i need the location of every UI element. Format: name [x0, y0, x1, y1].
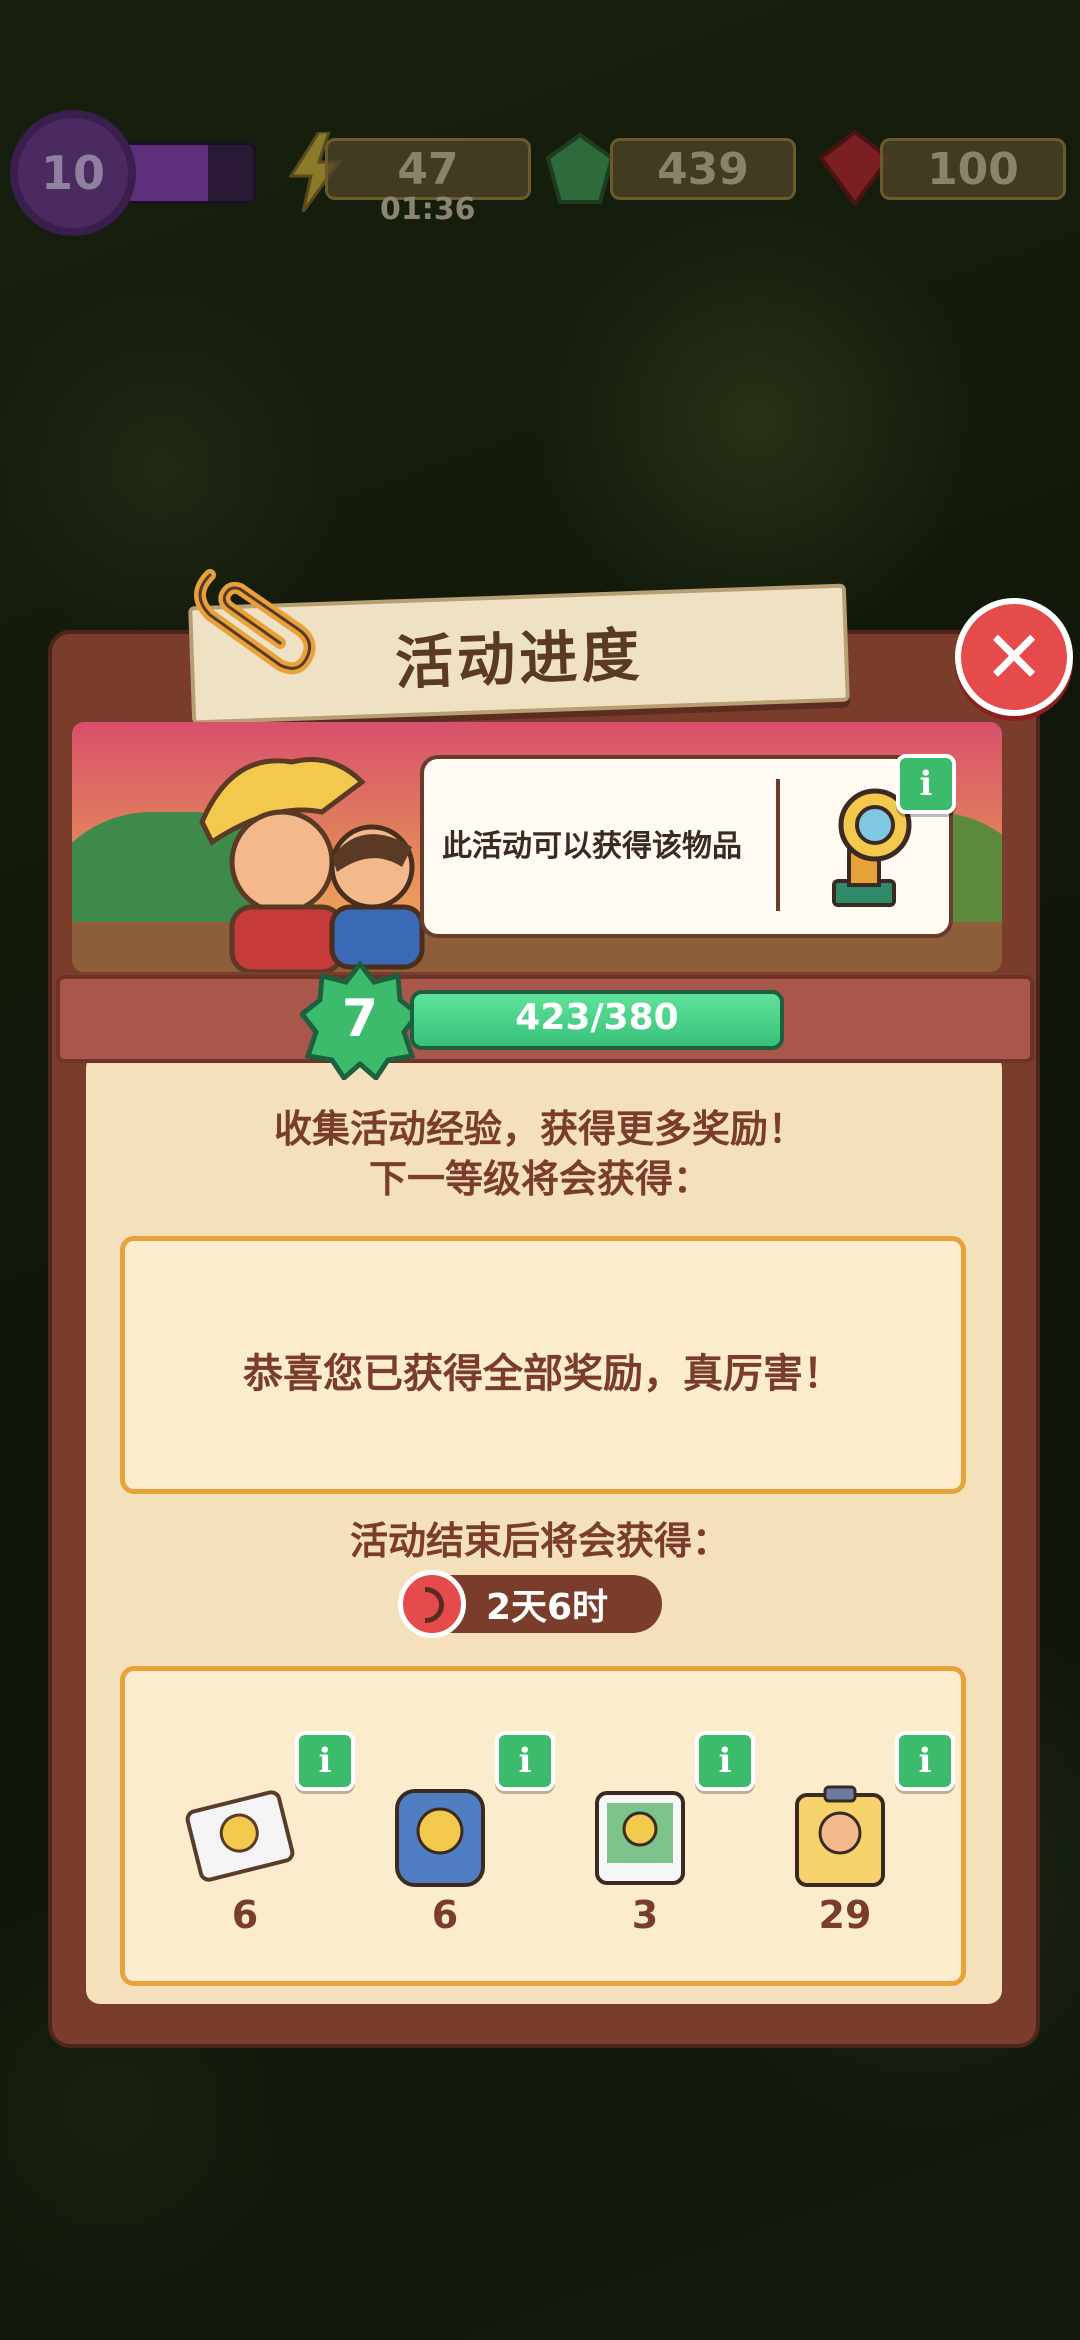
end-reward-label: 活动结束后将会获得：	[349, 1519, 730, 1563]
green-gem-icon	[545, 132, 615, 204]
info-icon[interactable]: i	[895, 1731, 955, 1791]
yellow-card-icon	[795, 1785, 885, 1887]
panel-title: 活动进度	[394, 620, 645, 698]
reward-count: 3	[631, 1893, 659, 1937]
event-progress-text: 423/380	[515, 997, 679, 1038]
congrats-text: 恭喜您已获得全部奖励，真厉害！	[243, 1351, 843, 1397]
reward-count: 6	[431, 1893, 459, 1937]
info-line-1: 收集活动经验，获得更多奖励！	[273, 1107, 806, 1151]
player-level-badge[interactable]: 10	[18, 118, 128, 228]
item-preview-bubble: 此活动可以获得该物品	[420, 755, 953, 938]
end-rewards-box: i 6 i 6 i 3 i 29	[120, 1666, 966, 1986]
blue-bottle-card-icon	[395, 1789, 485, 1887]
close-button[interactable]: ✕	[955, 598, 1073, 716]
time-left-text: 2天6时	[485, 1587, 609, 1628]
reward-count: 29	[818, 1893, 872, 1937]
event-level-value: 7	[342, 989, 378, 1049]
bubble-text: 此活动可以获得该物品	[442, 829, 742, 864]
level-badge-icon: 7	[300, 960, 420, 1080]
paperclip-icon	[194, 569, 316, 675]
info-line-2: 下一等级将会获得：	[368, 1157, 711, 1201]
next-level-reward-box: 恭喜您已获得全部奖励，真厉害！	[120, 1236, 966, 1494]
clock-icon	[398, 1570, 466, 1638]
reward-count: 6	[231, 1893, 259, 1937]
reward-item[interactable]: i 3	[545, 1671, 755, 1971]
info-icon[interactable]: i	[896, 754, 956, 814]
reward-item[interactable]: i 6	[345, 1671, 555, 1971]
player-level-value: 10	[40, 146, 105, 200]
close-icon: ✕	[983, 615, 1045, 699]
energy-timer: 01:36	[380, 192, 476, 227]
green-photo-card-icon	[595, 1791, 685, 1885]
reward-item[interactable]: i 29	[745, 1671, 955, 1971]
photo-card-icon	[185, 1790, 295, 1882]
reward-item[interactable]: i 6	[145, 1671, 355, 1971]
